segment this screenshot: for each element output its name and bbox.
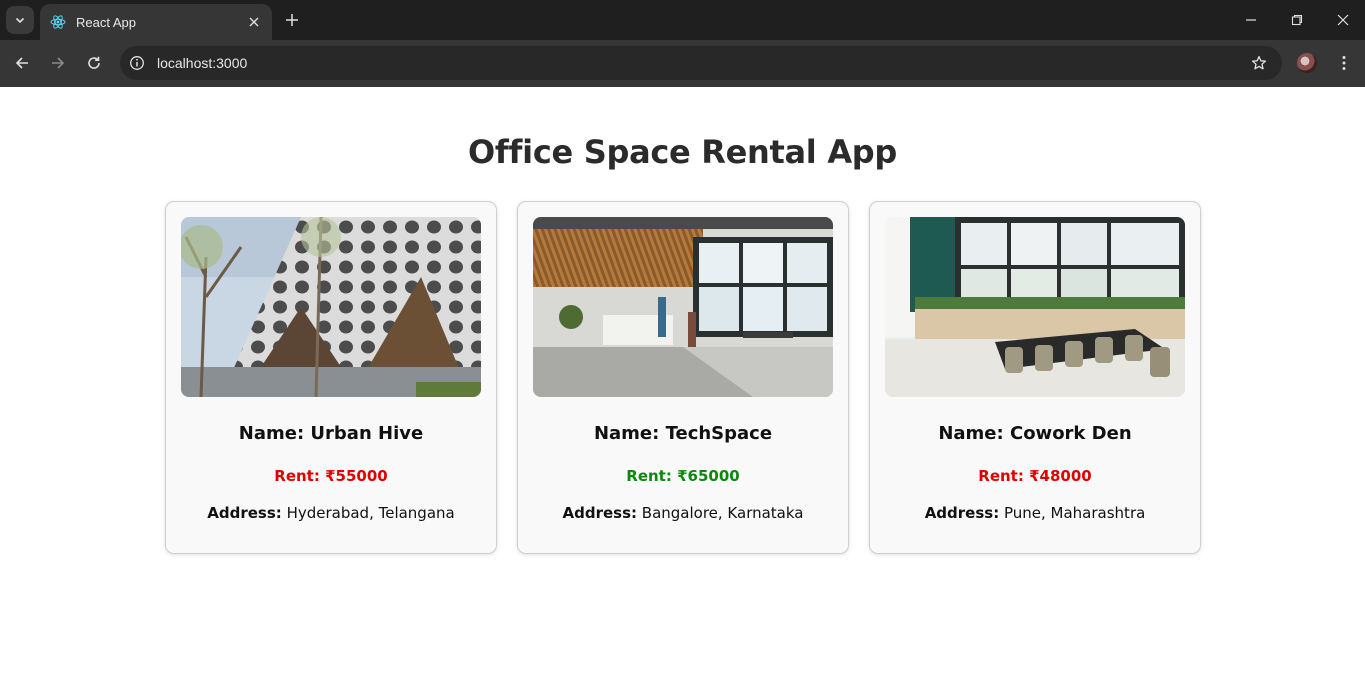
minimize-icon xyxy=(1246,19,1256,21)
bookmark-button[interactable] xyxy=(1248,52,1270,74)
meeting-room-image xyxy=(885,217,1185,397)
tab-search-button[interactable] xyxy=(6,6,34,34)
browser-tab[interactable]: React App xyxy=(40,4,272,40)
restore-button[interactable] xyxy=(1287,10,1307,30)
office-address: Address: Pune, Maharashtra xyxy=(870,504,1200,522)
office-card: Name: Cowork Den Rent: ₹48000 Address: P… xyxy=(869,201,1201,554)
browser-menu-button[interactable] xyxy=(1334,52,1354,74)
office-card: Name: TechSpace Rent: ₹65000 Address: Ba… xyxy=(517,201,849,554)
new-tab-button[interactable] xyxy=(282,10,302,30)
arrow-left-icon xyxy=(15,57,28,69)
address-value: Bangalore, Karnataka xyxy=(641,504,804,522)
arrow-right-icon xyxy=(52,57,65,69)
more-vertical-icon xyxy=(1342,56,1346,70)
reload-icon xyxy=(88,56,100,69)
star-icon xyxy=(1251,55,1267,70)
office-card-list: Name: Urban Hive Rent: ₹55000 Address: H… xyxy=(165,201,1201,554)
minimize-button[interactable] xyxy=(1241,10,1261,30)
chevron-down-icon xyxy=(15,17,25,24)
close-icon xyxy=(1337,14,1349,26)
office-name: Name: Cowork Den xyxy=(938,423,1132,444)
address-label: Address: xyxy=(207,504,282,522)
tab-close-icon[interactable] xyxy=(246,14,262,30)
office-lobby-image xyxy=(533,217,833,397)
back-button[interactable] xyxy=(11,52,33,74)
office-address: Address: Bangalore, Karnataka xyxy=(518,504,848,522)
office-name: Name: Urban Hive xyxy=(238,423,424,444)
restore-icon xyxy=(1291,14,1303,26)
address-value: Hyderabad, Telangana xyxy=(286,504,455,522)
office-rent: Rent: ₹65000 xyxy=(626,467,740,485)
tab-title: React App xyxy=(76,14,136,30)
office-rent: Rent: ₹48000 xyxy=(978,467,1092,485)
address-value: Pune, Maharashtra xyxy=(1003,504,1146,522)
site-info-button[interactable] xyxy=(124,50,150,76)
page-title: Office Space Rental App xyxy=(468,133,897,171)
browser-tab-bar: React App xyxy=(0,0,1365,40)
building-facade-image xyxy=(181,217,481,397)
forward-button[interactable] xyxy=(47,52,69,74)
address-label: Address: xyxy=(924,504,1000,522)
info-icon xyxy=(130,56,144,70)
office-card: Name: Urban Hive Rent: ₹55000 Address: H… xyxy=(165,201,497,554)
browser-toolbar: localhost:3000 xyxy=(0,40,1365,87)
reload-button[interactable] xyxy=(83,52,105,74)
address-bar[interactable]: localhost:3000 xyxy=(120,46,1282,80)
office-rent: Rent: ₹55000 xyxy=(274,467,388,485)
address-label: Address: xyxy=(562,504,637,522)
profile-avatar[interactable] xyxy=(1297,53,1317,73)
plus-icon xyxy=(286,14,298,26)
office-address: Address: Hyderabad, Telangana xyxy=(166,504,496,522)
url-text[interactable]: localhost:3000 xyxy=(157,55,1248,71)
close-window-button[interactable] xyxy=(1333,10,1353,30)
page-content: Office Space Rental App Name: Urban Hive… xyxy=(0,87,1365,697)
office-name: Name: TechSpace xyxy=(593,423,773,444)
react-logo-icon xyxy=(50,14,66,30)
